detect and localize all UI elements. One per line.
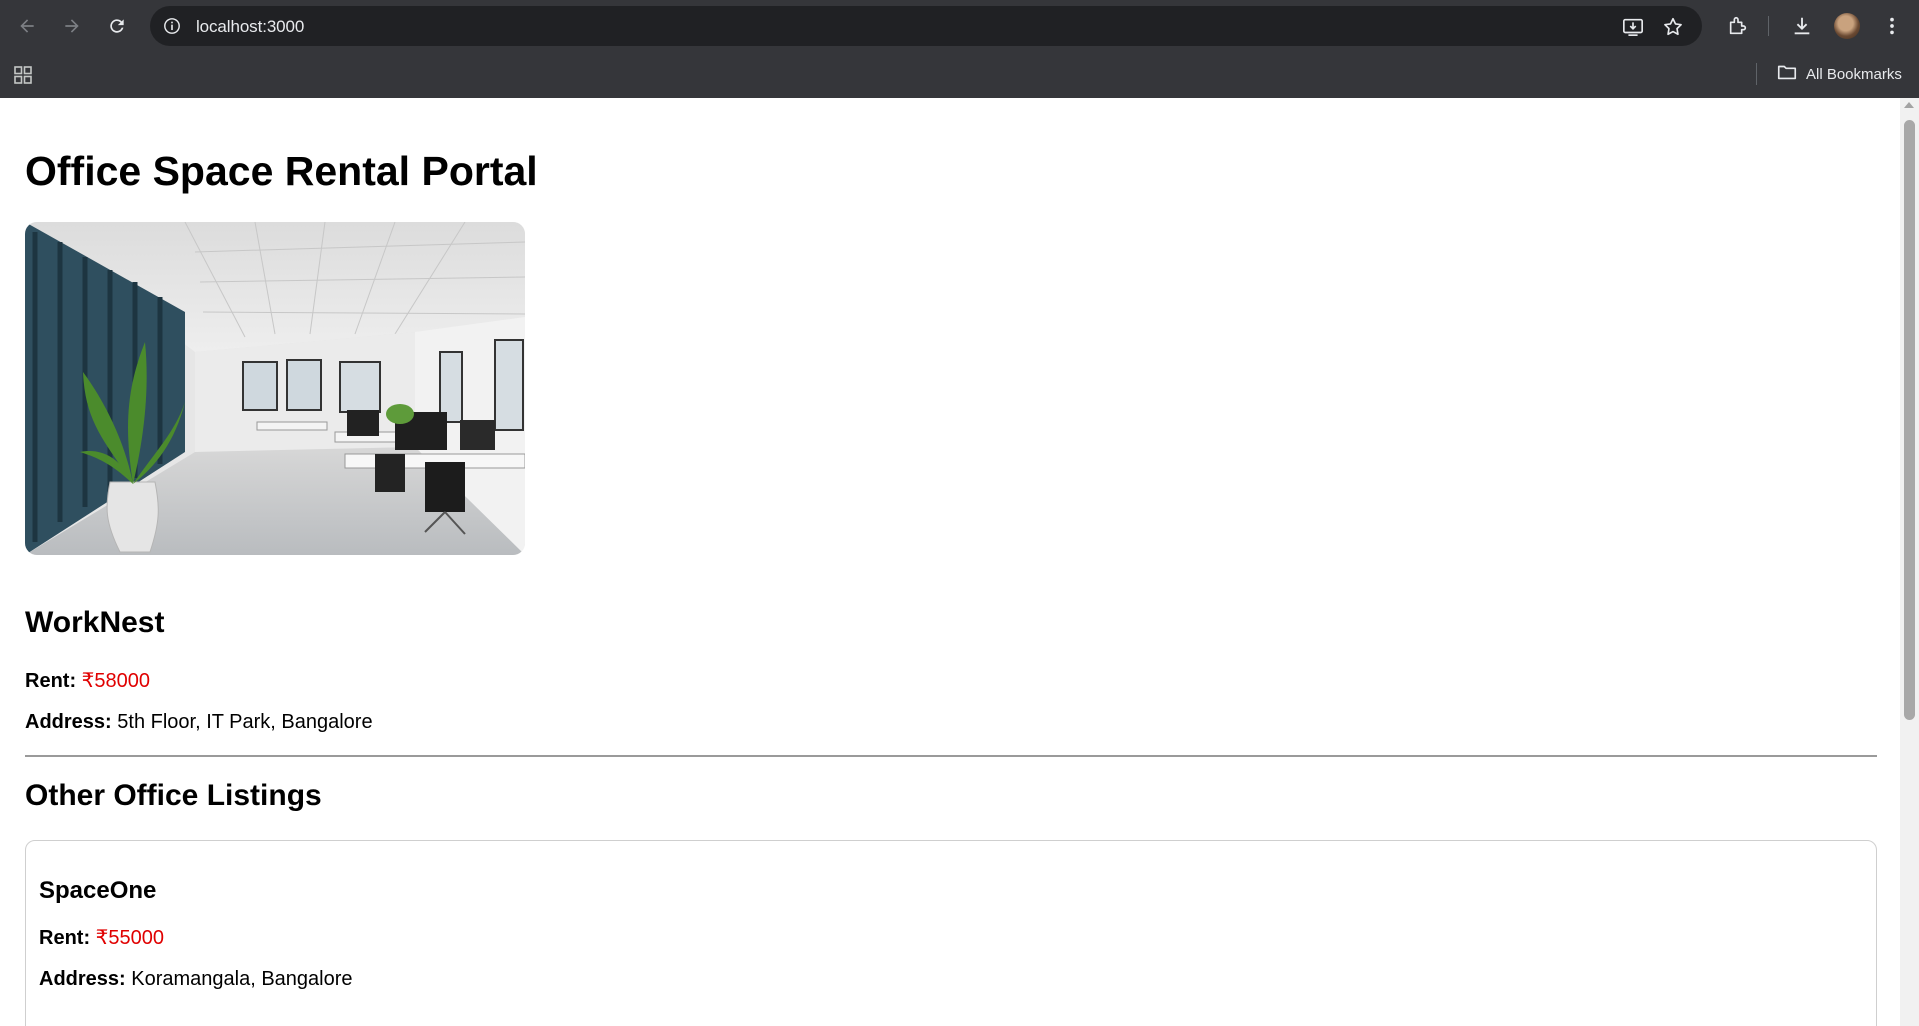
featured-office-name: WorkNest	[25, 606, 165, 639]
more-icon[interactable]	[1880, 14, 1904, 38]
featured-rent: Rent: ₹58000	[25, 668, 150, 693]
all-bookmarks-label: All Bookmarks	[1806, 65, 1902, 83]
address-value: Koramangala, Bangalore	[131, 968, 353, 990]
folder-icon	[1776, 61, 1798, 87]
rent-label: Rent:	[25, 670, 77, 692]
rent-value: ₹58000	[81, 670, 151, 692]
other-listings-heading: Other Office Listings	[25, 779, 322, 812]
scroll-thumb[interactable]	[1904, 120, 1915, 720]
rent-label: Rent:	[39, 927, 91, 949]
url-text[interactable]: localhost:3000	[196, 17, 304, 37]
address-value: 5th Floor, IT Park, Bangalore	[117, 711, 373, 733]
address-bar[interactable]: localhost:3000	[150, 6, 1702, 46]
avatar[interactable]	[1834, 13, 1860, 39]
listing-card: SpaceOne Rent: ₹55000 Address: Koramanga…	[25, 840, 1877, 1026]
page-scrollbar[interactable]	[1900, 98, 1919, 1026]
bookmarks-bar: All Bookmarks	[0, 52, 1919, 98]
site-info-icon[interactable]	[162, 16, 182, 36]
listing-name: SpaceOne	[39, 877, 157, 904]
featured-address: Address: 5th Floor, IT Park, Bangalore	[25, 711, 373, 734]
address-label: Address:	[25, 711, 112, 733]
bookmarks-divider	[1756, 63, 1757, 85]
toolbar-divider	[1768, 16, 1769, 36]
forward-icon[interactable]	[58, 12, 86, 40]
download-icon[interactable]	[1790, 14, 1814, 38]
section-divider	[25, 755, 1877, 757]
install-icon[interactable]	[1622, 16, 1643, 36]
scroll-up-icon[interactable]	[1904, 102, 1914, 108]
star-icon[interactable]	[1662, 16, 1682, 36]
page-viewport: Office Space Rental Portal WorkNest Rent…	[0, 98, 1900, 1026]
browser-chrome: localhost:3000 All Bookmarks	[0, 0, 1919, 98]
reload-icon[interactable]	[103, 12, 131, 40]
browser-toolbar: localhost:3000	[0, 0, 1919, 52]
listing-rent: Rent: ₹55000	[39, 925, 164, 950]
rent-value: ₹55000	[95, 927, 165, 949]
address-label: Address:	[39, 968, 126, 990]
extensions-icon[interactable]	[1726, 14, 1750, 38]
office-image	[25, 222, 525, 555]
page-title: Office Space Rental Portal	[25, 148, 538, 194]
apps-icon[interactable]	[12, 64, 34, 86]
all-bookmarks-button[interactable]: All Bookmarks	[1776, 62, 1902, 86]
back-icon[interactable]	[13, 12, 41, 40]
listing-address: Address: Koramangala, Bangalore	[39, 968, 353, 991]
